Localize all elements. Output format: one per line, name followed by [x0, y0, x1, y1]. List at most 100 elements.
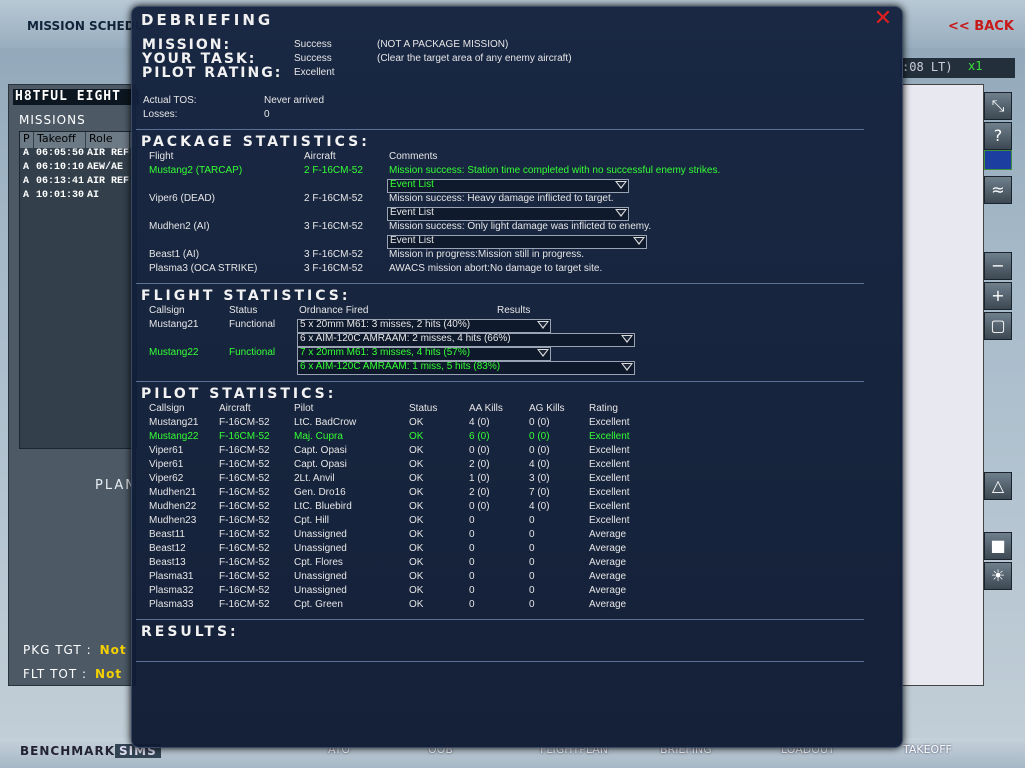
- pilot-callsign[interactable]: Beast13: [149, 557, 186, 568]
- box-icon[interactable]: ■: [984, 532, 1012, 560]
- ordnance-dropdown[interactable]: 5 x 20mm M61: 3 misses, 2 hits (40%): [297, 319, 551, 333]
- mission-row[interactable]: A 06:13:41 AIR REF: [20, 176, 136, 190]
- pilot-callsign[interactable]: Viper61: [149, 459, 183, 470]
- pilot-col-aircraft: Aircraft: [219, 403, 251, 414]
- event-list-dropdown[interactable]: Event List: [387, 207, 629, 221]
- back-button[interactable]: << BACK: [948, 19, 1014, 34]
- missions-table-header: P Takeoff Role: [20, 132, 136, 148]
- pilot-statistics-title: PILOT STATISTICS:: [141, 386, 337, 402]
- pilot-ag-kills: 0: [529, 515, 535, 526]
- pilot-name: Gen. Dro16: [294, 487, 346, 498]
- zoom-in-icon[interactable]: +: [984, 282, 1012, 310]
- mission-role: AI: [87, 190, 100, 201]
- missions-table: P Takeoff Role A 06:05:50 AIR REF A 06:10:10…: [19, 131, 137, 449]
- pilot-callsign[interactable]: Beast12: [149, 543, 186, 554]
- package-flight[interactable]: Beast1 (AI): [149, 249, 199, 260]
- event-list-label: Event List: [390, 235, 434, 246]
- flight-status: Functional: [229, 319, 276, 330]
- pilot-callsign[interactable]: Beast11: [149, 529, 185, 540]
- pilot-status: OK: [409, 431, 424, 442]
- pilot-callsign[interactable]: Plasma32: [149, 585, 193, 596]
- pilot-aa-kills: 0: [469, 529, 475, 540]
- pilot-aa-kills: 0 (0): [469, 501, 490, 512]
- flt-tot-label: FLT TOT :: [23, 667, 88, 681]
- package-flight[interactable]: Mustang2 (TARCAP): [149, 165, 242, 176]
- pilot-aircraft: F-16CM-52: [219, 431, 270, 442]
- pilot-name: LtC. Bluebird: [294, 501, 352, 512]
- divider: [136, 661, 864, 662]
- pilot-status: OK: [409, 557, 424, 568]
- close-icon[interactable]: ✕: [873, 8, 893, 30]
- map-view[interactable]: [900, 84, 984, 686]
- help-icon[interactable]: ?: [984, 122, 1012, 150]
- mission-row[interactable]: A 06:10:10 AEW/AE: [20, 162, 136, 176]
- resize-icon[interactable]: ⤡: [984, 92, 1012, 120]
- pilot-col-ag-kills: AG Kills: [529, 403, 565, 414]
- flag-icon[interactable]: [984, 150, 1012, 170]
- pilot-ag-kills: 0: [529, 571, 535, 582]
- pilot-rating: Excellent: [589, 431, 630, 442]
- pilot-rating: Average: [589, 557, 627, 568]
- pilot-callsign[interactable]: Mudhen22: [149, 501, 196, 512]
- pilot-aircraft: F-16CM-52: [219, 529, 270, 540]
- pilot-rating: Excellent: [589, 487, 630, 498]
- package-comment: AWACS mission abort:No damage to target …: [389, 263, 603, 274]
- pilot-name: Unassigned: [294, 529, 347, 540]
- col-role[interactable]: Role: [86, 132, 130, 148]
- pkg-tgt-value: Not: [99, 643, 127, 657]
- flt-tot-line: FLT TOT : Not: [23, 667, 122, 681]
- event-list-dropdown[interactable]: Event List: [387, 235, 647, 249]
- flight-callsign[interactable]: Mustang22: [149, 347, 198, 358]
- mission-row[interactable]: A 10:01:30 AI: [20, 190, 136, 204]
- pilot-callsign[interactable]: Viper61: [149, 445, 183, 456]
- col-takeoff[interactable]: Takeoff: [34, 132, 86, 148]
- pilot-name: Unassigned: [294, 571, 347, 582]
- package-flight[interactable]: Mudhen2 (AI): [149, 221, 210, 232]
- package-aircraft: 2 F-16CM-52: [304, 165, 363, 176]
- map-zoom[interactable]: x1: [968, 59, 982, 73]
- pilot-rating: Excellent: [589, 473, 630, 484]
- pilot-name: Capt. Opasi: [294, 459, 347, 470]
- pilot-aircraft: F-16CM-52: [219, 501, 270, 512]
- pilot-callsign[interactable]: Mudhen21: [149, 487, 196, 498]
- pilot-ag-kills: 4 (0): [529, 459, 550, 470]
- mission-row[interactable]: A 06:05:50 AIR REF: [20, 148, 136, 162]
- weather-icon[interactable]: ☀: [984, 562, 1012, 590]
- pilot-ag-kills: 0: [529, 585, 535, 596]
- pilot-name: Unassigned: [294, 585, 347, 596]
- ordnance-dropdown[interactable]: 6 x AIM-120C AMRAAM: 1 miss, 5 hits (83%…: [297, 361, 635, 375]
- debriefing-dialog: DEBRIEFING ✕ MISSION: Success (NOT A PAC…: [131, 6, 903, 748]
- flight-col-ordnance: Ordnance Fired: [299, 305, 369, 316]
- terrain-icon[interactable]: △: [984, 472, 1012, 500]
- pilot-callsign[interactable]: Mustang21: [149, 417, 198, 428]
- fit-icon[interactable]: ▢: [984, 312, 1012, 340]
- flight-col-status: Status: [229, 305, 258, 316]
- zoom-out-icon[interactable]: −: [984, 252, 1012, 280]
- event-list-dropdown[interactable]: Event List: [387, 179, 629, 193]
- package-flight[interactable]: Plasma3 (OCA STRIKE): [149, 263, 257, 274]
- pilot-aa-kills: 0: [469, 543, 475, 554]
- chevron-down-icon: [615, 181, 627, 189]
- pilot-callsign[interactable]: Viper62: [149, 473, 183, 484]
- pilot-aircraft: F-16CM-52: [219, 557, 270, 568]
- tab-takeoff[interactable]: TAKEOFF: [903, 743, 952, 756]
- wave-icon[interactable]: ≈: [984, 176, 1012, 204]
- pilot-callsign[interactable]: Plasma31: [149, 571, 193, 582]
- pilot-callsign[interactable]: Mudhen23: [149, 515, 196, 526]
- ordnance-label: 7 x 20mm M61: 3 misses, 4 hits (57%): [300, 347, 471, 358]
- ordnance-dropdown[interactable]: 6 x AIM-120C AMRAAM: 2 misses, 4 hits (6…: [297, 333, 635, 347]
- pilot-aircraft: F-16CM-52: [219, 473, 270, 484]
- col-priority[interactable]: P: [20, 132, 34, 148]
- package-aircraft: 2 F-16CM-52: [304, 193, 363, 204]
- pilot-status: OK: [409, 585, 424, 596]
- divider: [136, 619, 864, 620]
- mission-takeoff: 06:05:50: [36, 148, 85, 159]
- ordnance-dropdown[interactable]: 7 x 20mm M61: 3 misses, 4 hits (57%): [297, 347, 551, 361]
- flight-callsign[interactable]: Mustang21: [149, 319, 198, 330]
- pilot-ag-kills: 0: [529, 557, 535, 568]
- pilot-status: OK: [409, 501, 424, 512]
- pilot-callsign[interactable]: Plasma33: [149, 599, 193, 610]
- pilot-callsign[interactable]: Mustang22: [149, 431, 198, 442]
- tos-label: Actual TOS:: [143, 95, 197, 106]
- package-flight[interactable]: Viper6 (DEAD): [149, 193, 215, 204]
